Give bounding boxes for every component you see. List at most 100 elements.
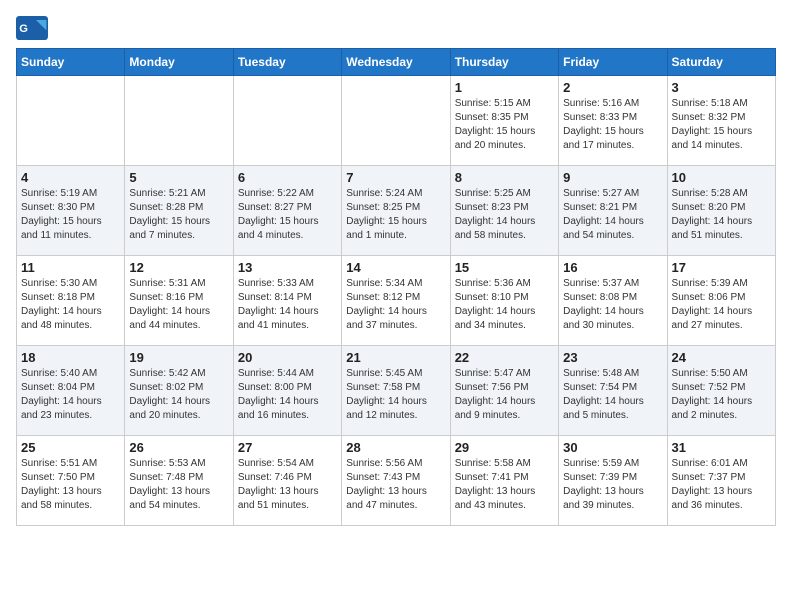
day-number: 13	[238, 260, 337, 275]
calendar-cell: 24 Sunrise: 5:50 AM Sunset: 7:52 PM Dayli…	[667, 346, 775, 436]
calendar-cell: 22 Sunrise: 5:47 AM Sunset: 7:56 PM Dayli…	[450, 346, 558, 436]
calendar-cell: 31 Sunrise: 6:01 AM Sunset: 7:37 PM Dayli…	[667, 436, 775, 526]
day-info: Sunrise: 5:24 AM Sunset: 8:25 PM Dayligh…	[346, 187, 445, 243]
day-number: 18	[21, 350, 120, 365]
day-info: Sunrise: 5:47 AM Sunset: 7:56 PM Dayligh…	[455, 367, 554, 423]
week-row-4: 18 Sunrise: 5:40 AM Sunset: 8:04 PM Dayli…	[17, 346, 776, 436]
calendar-cell: 7 Sunrise: 5:24 AM Sunset: 8:25 PM Daylig…	[342, 166, 450, 256]
calendar-header: SundayMondayTuesdayWednesdayThursdayFrid…	[17, 49, 776, 76]
day-number: 21	[346, 350, 445, 365]
calendar-cell: 26Sunrise: 5:53 AM Sunset: 7:48 PM Dayli…	[125, 436, 233, 526]
svg-text:G: G	[19, 23, 28, 35]
day-info: Sunrise: 5:18 AM Sunset: 8:32 PM Dayligh…	[672, 97, 771, 153]
day-number: 14	[346, 260, 445, 275]
header: G	[16, 16, 776, 40]
day-info: Sunrise: 5:33 AM Sunset: 8:14 PM Dayligh…	[238, 277, 337, 333]
day-number: 20	[238, 350, 337, 365]
header-friday: Friday	[559, 49, 667, 76]
day-number: 7	[346, 170, 445, 185]
calendar-cell: 30 Sunrise: 5:59 AM Sunset: 7:39 PM Dayli…	[559, 436, 667, 526]
day-info: Sunrise: 5:56 AM Sunset: 7:43 PM Dayligh…	[346, 457, 445, 513]
calendar-cell: 21 Sunrise: 5:45 AM Sunset: 7:58 PM Dayli…	[342, 346, 450, 436]
day-info: Sunrise: 5:45 AM Sunset: 7:58 PM Dayligh…	[346, 367, 445, 423]
day-info: Sunrise: 5:40 AM Sunset: 8:04 PM Dayligh…	[21, 367, 120, 423]
calendar-cell: 19Sunrise: 5:42 AM Sunset: 8:02 PM Dayli…	[125, 346, 233, 436]
calendar-cell: 11Sunrise: 5:30 AM Sunset: 8:18 PM Dayli…	[17, 256, 125, 346]
day-number: 8	[455, 170, 554, 185]
day-info: Sunrise: 5:21 AM Sunset: 8:28 PM Dayligh…	[129, 187, 228, 243]
calendar-cell: 6Sunrise: 5:22 AM Sunset: 8:27 PM Daylig…	[233, 166, 341, 256]
calendar-cell: 23 Sunrise: 5:48 AM Sunset: 7:54 PM Dayli…	[559, 346, 667, 436]
calendar-cell: 12 Sunrise: 5:31 AM Sunset: 8:16 PM Dayli…	[125, 256, 233, 346]
day-number: 31	[672, 440, 771, 455]
day-number: 25	[21, 440, 120, 455]
day-number: 3	[672, 80, 771, 95]
day-info: Sunrise: 5:58 AM Sunset: 7:41 PM Dayligh…	[455, 457, 554, 513]
header-tuesday: Tuesday	[233, 49, 341, 76]
day-info: Sunrise: 5:51 AM Sunset: 7:50 PM Dayligh…	[21, 457, 120, 513]
day-info: Sunrise: 5:48 AM Sunset: 7:54 PM Dayligh…	[563, 367, 662, 423]
day-number: 5	[129, 170, 228, 185]
header-monday: Monday	[125, 49, 233, 76]
calendar-cell: 18 Sunrise: 5:40 AM Sunset: 8:04 PM Dayli…	[17, 346, 125, 436]
day-info: Sunrise: 5:59 AM Sunset: 7:39 PM Dayligh…	[563, 457, 662, 513]
logo-icon: G	[16, 16, 48, 40]
calendar-cell: 1Sunrise: 5:15 AM Sunset: 8:35 PM Daylig…	[450, 76, 558, 166]
calendar-cell: 14 Sunrise: 5:34 AM Sunset: 8:12 PM Dayli…	[342, 256, 450, 346]
calendar-cell: 3 Sunrise: 5:18 AM Sunset: 8:32 PM Daylig…	[667, 76, 775, 166]
day-info: Sunrise: 5:54 AM Sunset: 7:46 PM Dayligh…	[238, 457, 337, 513]
day-info: Sunrise: 5:31 AM Sunset: 8:16 PM Dayligh…	[129, 277, 228, 333]
day-number: 17	[672, 260, 771, 275]
calendar-cell: 27 Sunrise: 5:54 AM Sunset: 7:46 PM Dayli…	[233, 436, 341, 526]
day-info: Sunrise: 5:34 AM Sunset: 8:12 PM Dayligh…	[346, 277, 445, 333]
calendar-cell: 13 Sunrise: 5:33 AM Sunset: 8:14 PM Dayli…	[233, 256, 341, 346]
calendar-cell	[233, 76, 341, 166]
week-row-2: 4 Sunrise: 5:19 AM Sunset: 8:30 PM Daylig…	[17, 166, 776, 256]
calendar-cell: 9Sunrise: 5:27 AM Sunset: 8:21 PM Daylig…	[559, 166, 667, 256]
calendar-cell: 2Sunrise: 5:16 AM Sunset: 8:33 PM Daylig…	[559, 76, 667, 166]
calendar-cell	[17, 76, 125, 166]
day-number: 23	[563, 350, 662, 365]
calendar-cell: 29 Sunrise: 5:58 AM Sunset: 7:41 PM Dayli…	[450, 436, 558, 526]
day-info: Sunrise: 5:30 AM Sunset: 8:18 PM Dayligh…	[21, 277, 120, 333]
day-number: 28	[346, 440, 445, 455]
calendar-cell: 8 Sunrise: 5:25 AM Sunset: 8:23 PM Daylig…	[450, 166, 558, 256]
week-row-5: 25 Sunrise: 5:51 AM Sunset: 7:50 PM Dayli…	[17, 436, 776, 526]
day-number: 6	[238, 170, 337, 185]
day-info: Sunrise: 5:19 AM Sunset: 8:30 PM Dayligh…	[21, 187, 120, 243]
day-number: 15	[455, 260, 554, 275]
calendar-body: 1Sunrise: 5:15 AM Sunset: 8:35 PM Daylig…	[17, 76, 776, 526]
calendar-cell: 17Sunrise: 5:39 AM Sunset: 8:06 PM Dayli…	[667, 256, 775, 346]
day-number: 24	[672, 350, 771, 365]
day-info: Sunrise: 6:01 AM Sunset: 7:37 PM Dayligh…	[672, 457, 771, 513]
day-number: 16	[563, 260, 662, 275]
header-saturday: Saturday	[667, 49, 775, 76]
day-number: 1	[455, 80, 554, 95]
calendar-cell	[342, 76, 450, 166]
day-info: Sunrise: 5:27 AM Sunset: 8:21 PM Dayligh…	[563, 187, 662, 243]
day-info: Sunrise: 5:50 AM Sunset: 7:52 PM Dayligh…	[672, 367, 771, 423]
calendar-cell	[125, 76, 233, 166]
day-number: 27	[238, 440, 337, 455]
day-info: Sunrise: 5:28 AM Sunset: 8:20 PM Dayligh…	[672, 187, 771, 243]
day-number: 19	[129, 350, 228, 365]
calendar-cell: 28 Sunrise: 5:56 AM Sunset: 7:43 PM Dayli…	[342, 436, 450, 526]
day-number: 12	[129, 260, 228, 275]
day-number: 22	[455, 350, 554, 365]
day-info: Sunrise: 5:25 AM Sunset: 8:23 PM Dayligh…	[455, 187, 554, 243]
calendar-cell: 5 Sunrise: 5:21 AM Sunset: 8:28 PM Daylig…	[125, 166, 233, 256]
calendar-cell: 25 Sunrise: 5:51 AM Sunset: 7:50 PM Dayli…	[17, 436, 125, 526]
week-row-1: 1Sunrise: 5:15 AM Sunset: 8:35 PM Daylig…	[17, 76, 776, 166]
header-wednesday: Wednesday	[342, 49, 450, 76]
calendar-cell: 20 Sunrise: 5:44 AM Sunset: 8:00 PM Dayli…	[233, 346, 341, 436]
day-number: 29	[455, 440, 554, 455]
header-thursday: Thursday	[450, 49, 558, 76]
day-number: 4	[21, 170, 120, 185]
calendar-table: SundayMondayTuesdayWednesdayThursdayFrid…	[16, 48, 776, 526]
day-info: Sunrise: 5:37 AM Sunset: 8:08 PM Dayligh…	[563, 277, 662, 333]
calendar-cell: 4 Sunrise: 5:19 AM Sunset: 8:30 PM Daylig…	[17, 166, 125, 256]
day-number: 30	[563, 440, 662, 455]
day-number: 26	[129, 440, 228, 455]
day-info: Sunrise: 5:16 AM Sunset: 8:33 PM Dayligh…	[563, 97, 662, 153]
day-info: Sunrise: 5:44 AM Sunset: 8:00 PM Dayligh…	[238, 367, 337, 423]
